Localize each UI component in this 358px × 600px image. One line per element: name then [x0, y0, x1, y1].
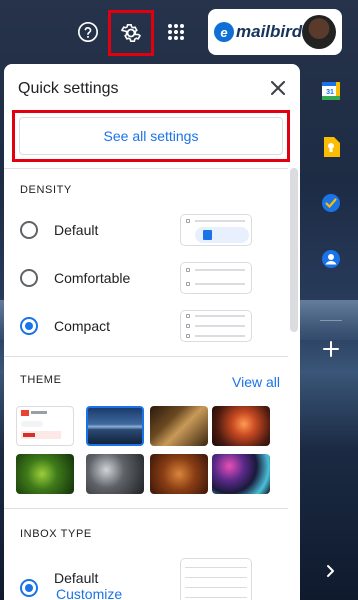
divider	[4, 168, 288, 169]
density-compact-radio[interactable]	[20, 317, 38, 335]
chevron-right-icon	[327, 565, 334, 577]
density-default-label: Default	[54, 222, 99, 238]
settings-button[interactable]	[108, 10, 154, 56]
theme-tile-bokeh[interactable]	[212, 454, 270, 494]
inbox-default-thumbnail	[180, 558, 252, 600]
see-all-highlight: See all settings	[12, 110, 290, 162]
apps-icon	[168, 24, 184, 40]
theme-tile-leaves[interactable]	[16, 454, 74, 494]
theme-view-all-link[interactable]: View all	[232, 374, 280, 390]
svg-text:31: 31	[326, 89, 334, 96]
theme-title: THEME	[20, 374, 62, 386]
tasks-icon	[322, 194, 340, 212]
brand-logo-icon: e	[214, 22, 234, 42]
density-default-thumbnail	[180, 214, 252, 246]
inbox-type-title: INBOX TYPE	[20, 528, 92, 540]
account-brand-pill[interactable]: e mailbird	[208, 9, 342, 55]
tasks-button[interactable]	[320, 192, 342, 214]
help-icon	[78, 22, 98, 42]
keep-icon	[324, 137, 340, 157]
inbox-customize-link[interactable]: Customize	[56, 586, 122, 600]
calendar-button[interactable]: 31	[320, 80, 342, 102]
panel-title: Quick settings	[18, 80, 119, 97]
theme-tile-lake[interactable]	[86, 406, 144, 446]
quick-settings-panel: Quick settings See all settings DENSITY …	[4, 64, 300, 600]
keep-button[interactable]	[320, 136, 342, 158]
theme-tile-default[interactable]	[16, 406, 74, 446]
side-rail: 31	[310, 64, 358, 600]
theme-tile-spheres[interactable]	[86, 454, 144, 494]
divider	[4, 356, 288, 357]
apps-button[interactable]	[158, 14, 194, 50]
contacts-button[interactable]	[320, 248, 342, 270]
density-comfortable-thumbnail	[180, 262, 252, 294]
divider	[4, 508, 288, 509]
avatar[interactable]	[302, 15, 336, 49]
theme-tile-chess[interactable]	[150, 406, 208, 446]
density-title: DENSITY	[20, 184, 72, 196]
add-icon	[323, 341, 339, 357]
density-compact-label: Compact	[54, 318, 111, 334]
help-button[interactable]	[70, 14, 106, 50]
density-comfortable-radio[interactable]	[20, 269, 38, 287]
theme-tile-sunset[interactable]	[212, 406, 270, 446]
density-comfortable-label: Comfortable	[54, 270, 131, 286]
inbox-default-radio[interactable]	[20, 579, 38, 597]
panel-scrollbar[interactable]	[290, 168, 298, 332]
rail-divider	[320, 320, 342, 321]
brand-name: mailbird	[236, 22, 303, 41]
top-bar: e mailbird	[0, 0, 358, 64]
expand-panel-button[interactable]	[320, 560, 342, 582]
settings-icon	[121, 24, 141, 42]
see-all-settings-button[interactable]: See all settings	[19, 117, 283, 155]
add-addon-button[interactable]	[320, 338, 342, 360]
contacts-icon	[322, 250, 340, 268]
density-compact-thumbnail	[180, 310, 252, 342]
inbox-default-label: Default	[54, 570, 99, 586]
calendar-icon: 31	[322, 82, 340, 100]
close-icon	[271, 81, 285, 95]
close-button[interactable]	[266, 76, 290, 100]
theme-tile-autumn[interactable]	[150, 454, 208, 494]
density-default-radio[interactable]	[20, 221, 38, 239]
